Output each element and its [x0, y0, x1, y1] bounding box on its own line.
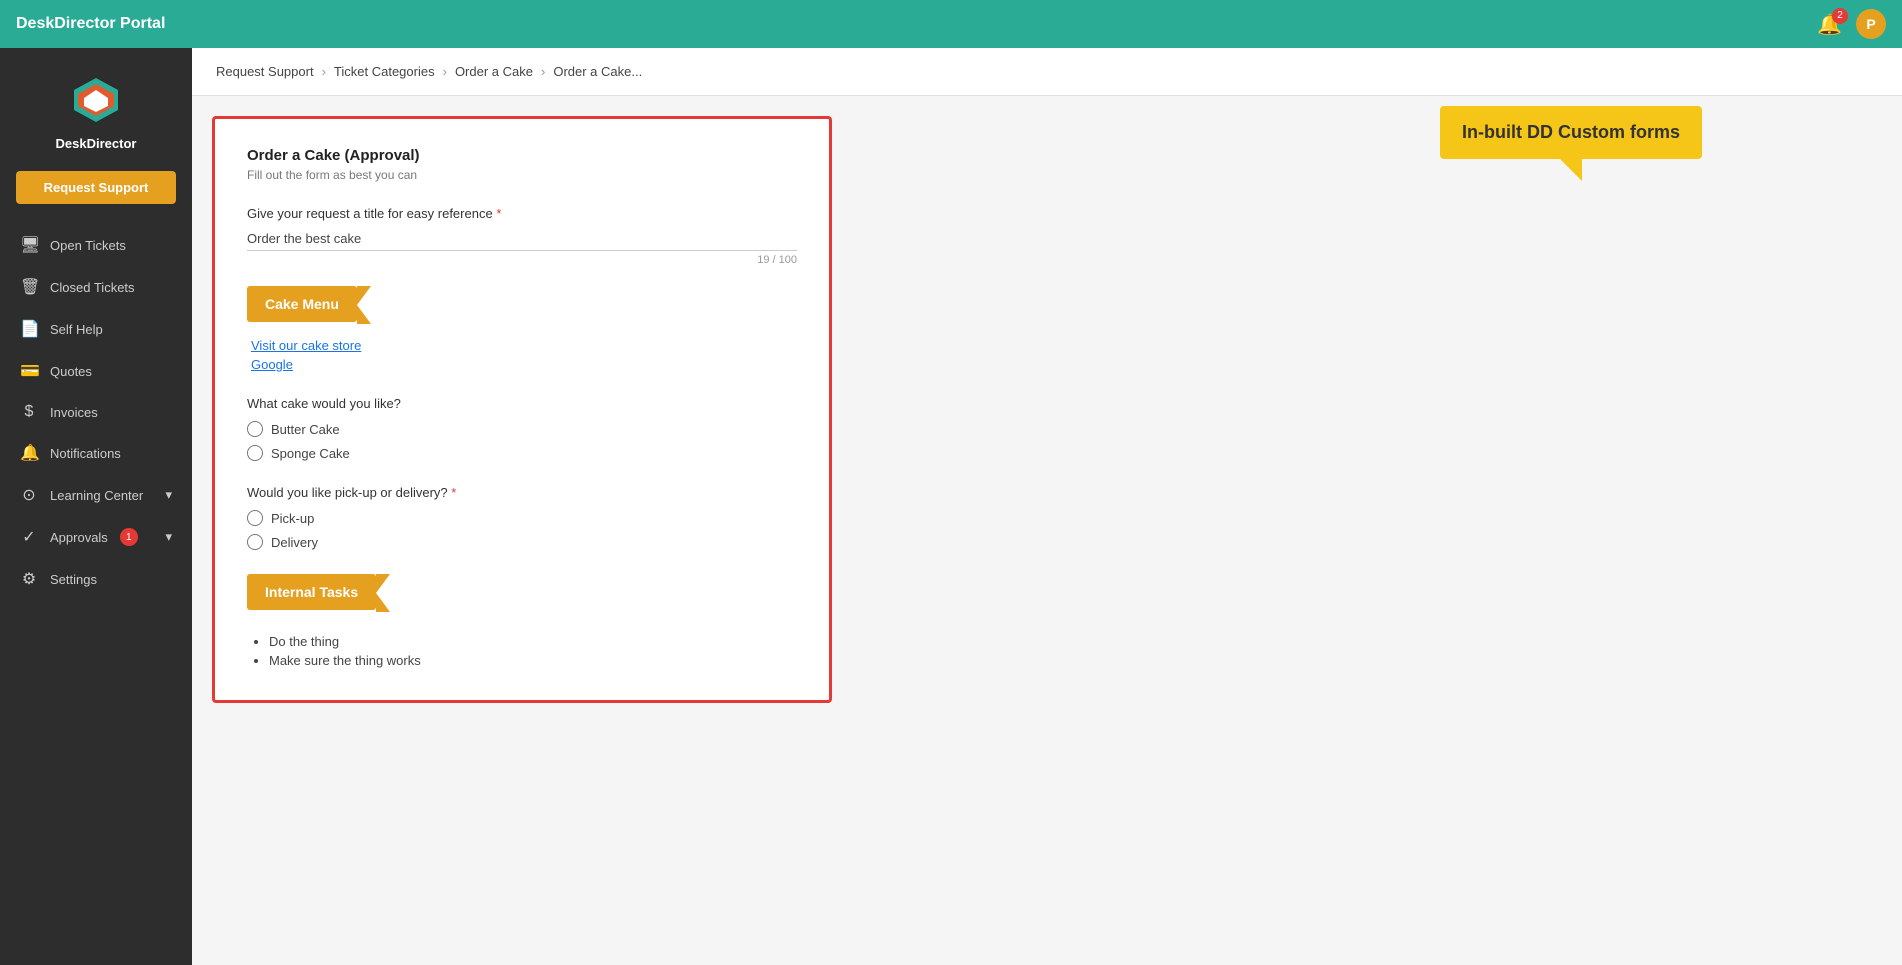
cake-menu-links: Visit our cake store Google [247, 338, 797, 372]
delivery-required: * [451, 485, 456, 500]
field-counter: 19 / 100 [247, 254, 797, 266]
document-icon: 📄 [20, 319, 38, 339]
pickup-radio[interactable] [247, 510, 263, 526]
bell-sidebar-icon: 🔔 [20, 443, 38, 463]
sidebar-item-closed-tickets[interactable]: 🗑 Closed Tickets [0, 266, 192, 308]
trash-icon: 🗑 [20, 277, 38, 297]
sidebar-item-self-help[interactable]: 📄 Self Help [0, 308, 192, 350]
breadcrumb-order-cake[interactable]: Order a Cake [455, 64, 533, 79]
delivery-section: Would you like pick-up or delivery? * Pi… [247, 485, 797, 550]
sidebar-label-settings: Settings [50, 572, 97, 587]
request-support-button[interactable]: Request Support [16, 171, 176, 204]
delivery-label: Delivery [271, 535, 318, 550]
pickup-label: Pick-up [271, 511, 314, 526]
sponge-cake-radio[interactable] [247, 445, 263, 461]
title-field-label: Give your request a title for easy refer… [247, 206, 797, 221]
chevron-down-icon: ▾ [165, 487, 172, 503]
settings-icon: ⚙ [20, 569, 38, 589]
breadcrumb-sep-2: › [443, 64, 447, 79]
sidebar-label-quotes: Quotes [50, 364, 92, 379]
sidebar-label-approvals: Approvals [50, 530, 108, 545]
delivery-label: Would you like pick-up or delivery? * [247, 485, 797, 500]
form-title: Order a Cake (Approval) [247, 147, 797, 164]
topbar-icons: 🔔 2 P [1817, 9, 1886, 39]
sidebar-item-settings[interactable]: ⚙ Settings [0, 558, 192, 600]
cake-menu-banner: Cake Menu [247, 286, 357, 322]
sidebar-item-learning-center[interactable]: ⊙ Learning Center ▾ [0, 474, 192, 516]
main-content: In-built DD Custom forms Order a Cake (A… [192, 96, 1902, 965]
card-icon: 💳 [20, 361, 38, 381]
internal-tasks-section: Internal Tasks Do the thing Make sure th… [247, 574, 797, 668]
sidebar-item-quotes[interactable]: 💳 Quotes [0, 350, 192, 392]
breadcrumb-ticket-categories[interactable]: Ticket Categories [334, 64, 435, 79]
required-marker: * [496, 206, 501, 221]
approvals-badge: 1 [120, 528, 138, 546]
approvals-chevron-icon: ▾ [165, 529, 172, 545]
sponge-cake-option[interactable]: Sponge Cake [247, 445, 797, 461]
bell-button[interactable]: 🔔 2 [1817, 12, 1842, 37]
sidebar-label-open-tickets: Open Tickets [50, 238, 126, 253]
sidebar-logo: DeskDirector [0, 48, 192, 171]
cake-choice-label: What cake would you like? [247, 396, 797, 411]
pickup-option[interactable]: Pick-up [247, 510, 797, 526]
sidebar-label-self-help: Self Help [50, 322, 103, 337]
sidebar-item-approvals[interactable]: ✓ Approvals 1 ▾ [0, 516, 192, 558]
task-item-2: Make sure the thing works [269, 653, 797, 668]
butter-cake-label: Butter Cake [271, 422, 340, 437]
topbar-title: DeskDirector Portal [16, 15, 165, 33]
delivery-radio[interactable] [247, 534, 263, 550]
task-item-1: Do the thing [269, 634, 797, 649]
form-subtitle: Fill out the form as best you can [247, 168, 797, 182]
form-card: Order a Cake (Approval) Fill out the for… [212, 116, 832, 703]
user-avatar[interactable]: P [1856, 9, 1886, 39]
content-area: Request Support › Ticket Categories › Or… [192, 48, 1902, 965]
internal-tasks-banner: Internal Tasks [247, 574, 376, 610]
title-field-section: Give your request a title for easy refer… [247, 206, 797, 266]
title-input[interactable] [247, 227, 797, 251]
sidebar-label-closed-tickets: Closed Tickets [50, 280, 135, 295]
cake-menu-section: Cake Menu Visit our cake store Google [247, 286, 797, 372]
approvals-icon: ✓ [20, 527, 38, 547]
dollar-icon: $ [20, 403, 38, 421]
monitor-icon: 🖥 [20, 235, 38, 255]
sidebar-item-notifications[interactable]: 🔔 Notifications [0, 432, 192, 474]
visit-store-link[interactable]: Visit our cake store [251, 338, 797, 353]
logo-icon [68, 72, 124, 128]
topbar: DeskDirector Portal 🔔 2 P [0, 0, 1902, 48]
breadcrumb-sep-1: › [322, 64, 326, 79]
sponge-cake-label: Sponge Cake [271, 446, 350, 461]
breadcrumb-sep-3: › [541, 64, 545, 79]
sidebar-item-open-tickets[interactable]: 🖥 Open Tickets [0, 224, 192, 266]
delivery-option[interactable]: Delivery [247, 534, 797, 550]
sidebar-label-learning-center: Learning Center [50, 488, 143, 503]
butter-cake-option[interactable]: Butter Cake [247, 421, 797, 437]
sidebar: DeskDirector Request Support 🖥 Open Tick… [0, 48, 192, 965]
butter-cake-radio[interactable] [247, 421, 263, 437]
sidebar-label-invoices: Invoices [50, 405, 98, 420]
learning-icon: ⊙ [20, 485, 38, 505]
tasks-list: Do the thing Make sure the thing works [247, 634, 797, 668]
sidebar-item-invoices[interactable]: $ Invoices [0, 392, 192, 432]
bell-badge: 2 [1832, 8, 1848, 24]
callout-tooltip: In-built DD Custom forms [1440, 106, 1702, 159]
sidebar-label-notifications: Notifications [50, 446, 121, 461]
breadcrumb: Request Support › Ticket Categories › Or… [192, 48, 1902, 96]
sidebar-logo-text: DeskDirector [56, 136, 137, 151]
sidebar-nav: 🖥 Open Tickets 🗑 Closed Tickets 📄 Self H… [0, 224, 192, 600]
google-link[interactable]: Google [251, 357, 797, 372]
main-layout: DeskDirector Request Support 🖥 Open Tick… [0, 48, 1902, 965]
breadcrumb-current: Order a Cake... [553, 64, 642, 79]
breadcrumb-request-support[interactable]: Request Support [216, 64, 314, 79]
cake-choice-section: What cake would you like? Butter Cake Sp… [247, 396, 797, 461]
